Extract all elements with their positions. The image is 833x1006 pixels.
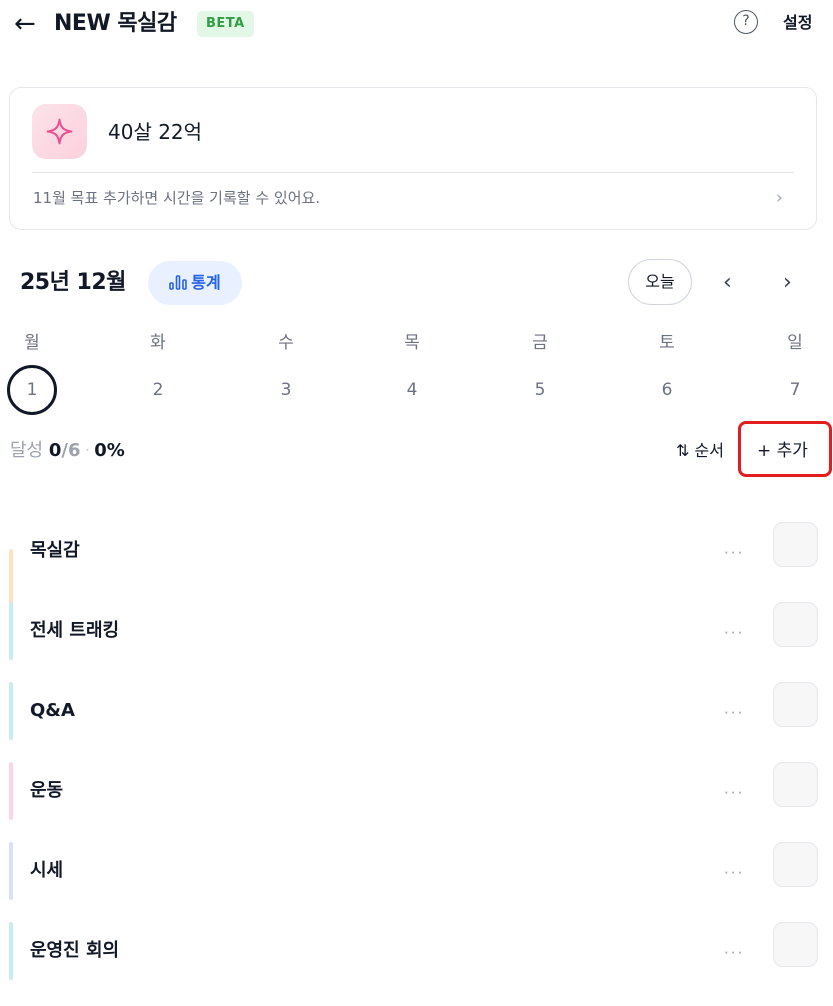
settings-button[interactable]: 설정	[783, 10, 812, 36]
task-name[interactable]: 전세 트래킹	[30, 618, 119, 644]
task-checkbox[interactable]	[773, 762, 818, 807]
task-checkbox[interactable]	[773, 522, 818, 567]
chevron-right-icon[interactable]: ›	[776, 187, 783, 209]
summary-total: /6	[61, 440, 81, 461]
task-name[interactable]: 목실감	[30, 538, 80, 564]
summary-percent: 0%	[94, 440, 125, 461]
date-6[interactable]: 6	[652, 378, 682, 402]
task-checkbox[interactable]	[773, 922, 818, 967]
task-color-bar	[9, 762, 13, 820]
task-color-bar	[9, 549, 13, 607]
weekday-thu: 목	[404, 333, 420, 353]
weekday-sat: 토	[659, 333, 675, 353]
back-icon[interactable]: ←	[14, 10, 36, 38]
more-icon[interactable]: ···	[724, 700, 744, 726]
task-color-bar	[9, 602, 13, 660]
summary-label: 달성	[10, 440, 44, 461]
date-2[interactable]: 2	[143, 378, 173, 402]
add-button[interactable]: + 추가	[757, 438, 808, 464]
weekday-wed: 수	[278, 333, 294, 353]
date-7[interactable]: 7	[780, 378, 810, 402]
more-icon[interactable]: ···	[724, 540, 744, 566]
weekday-fri: 금	[532, 333, 548, 353]
page-title: NEW 목실감	[54, 11, 177, 36]
stats-button[interactable]: 통계	[148, 261, 242, 305]
goal-name: 40살 22억	[108, 120, 203, 144]
task-name[interactable]: Q&A	[30, 698, 75, 724]
weekday-sun: 일	[787, 333, 803, 353]
chevron-right-icon[interactable]: ›	[783, 268, 792, 298]
goal-hint[interactable]: 11월 목표 추가하면 시간을 기록할 수 있어요.	[33, 187, 320, 209]
month-label: 25년 12월	[20, 270, 126, 295]
achievement-summary: 달성 0/6 · 0%	[10, 438, 125, 464]
task-name[interactable]: 운동	[30, 778, 63, 804]
sort-button[interactable]: ⇅ 순서	[676, 438, 724, 464]
weekday-mon: 월	[24, 333, 40, 353]
today-button[interactable]: 오늘	[628, 259, 692, 305]
task-color-bar	[9, 842, 13, 900]
task-checkbox[interactable]	[773, 682, 818, 727]
date-5[interactable]: 5	[525, 378, 555, 402]
date-3[interactable]: 3	[271, 378, 301, 402]
more-icon[interactable]: ···	[724, 940, 744, 966]
task-checkbox[interactable]	[773, 602, 818, 647]
sparkle-icon	[32, 104, 87, 159]
task-checkbox[interactable]	[773, 842, 818, 887]
goal-divider	[32, 172, 794, 173]
more-icon[interactable]: ···	[724, 780, 744, 806]
summary-separator: ·	[84, 440, 91, 461]
task-name[interactable]: 시세	[30, 858, 63, 884]
help-icon[interactable]: ?	[734, 10, 758, 34]
chevron-left-icon[interactable]: ‹	[723, 268, 732, 298]
more-icon[interactable]: ···	[724, 860, 744, 886]
bar-chart-icon	[169, 275, 188, 290]
task-color-bar	[9, 922, 13, 980]
more-icon[interactable]: ···	[724, 620, 744, 646]
weekday-tue: 화	[150, 333, 166, 353]
beta-badge: BETA	[197, 11, 254, 37]
stats-label: 통계	[191, 273, 221, 292]
task-name[interactable]: 운영진 회의	[30, 938, 119, 964]
task-color-bar	[9, 682, 13, 740]
summary-count: 0	[48, 440, 62, 461]
date-1[interactable]: 1	[17, 378, 47, 402]
date-4[interactable]: 4	[397, 378, 427, 402]
